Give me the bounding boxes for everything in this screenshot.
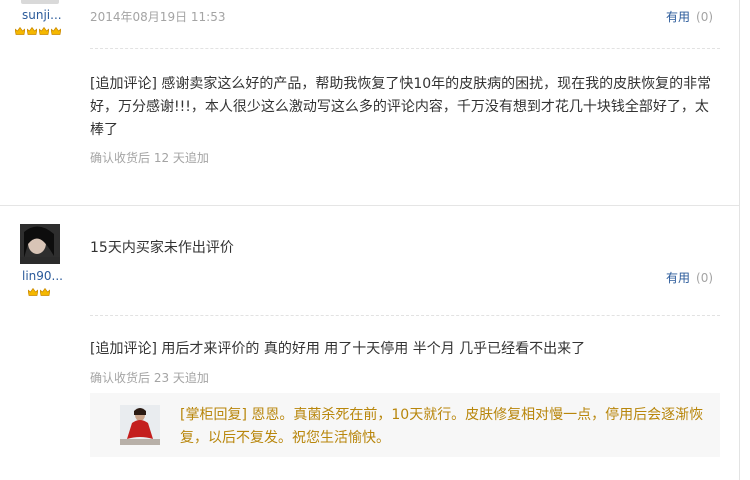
useful-count: (0)	[696, 271, 714, 285]
seller-avatar	[120, 405, 160, 445]
useful-count: (0)	[696, 10, 714, 24]
append-comment-text: [追加评论] 感谢卖家这么好的产品，帮助我恢复了快10年的皮肤病的困扰，现在我的…	[90, 76, 712, 138]
dashed-divider	[90, 48, 720, 49]
dashed-divider	[90, 315, 720, 316]
seller-avatar-image	[120, 405, 160, 445]
buyer-level-badge	[15, 27, 61, 35]
crown-icon	[39, 27, 49, 35]
buyer-level-badge	[28, 288, 50, 296]
crown-icon	[40, 288, 50, 296]
review-divider	[0, 205, 739, 206]
review-content: 15天内买家未作出评价	[90, 240, 234, 256]
useful-button[interactable]: 有用 (0)	[666, 8, 713, 25]
crown-icon	[28, 288, 38, 296]
user-avatar-image	[20, 224, 60, 264]
review-date: 2014年08月19日 11:53	[90, 10, 226, 24]
avatar[interactable]	[21, 0, 59, 4]
seller-reply: [掌柜回复] 恩恩。真菌杀死在前，10天就行。皮肤修复相对慢一点，停用后会逐渐恢…	[90, 393, 720, 457]
append-comment-text: [追加评论] 用后才来评价的 真的好用 用了十天停用 半个月 几乎已经看不出来了	[90, 341, 586, 357]
useful-button[interactable]: 有用 (0)	[666, 269, 713, 286]
crown-icon	[15, 27, 25, 35]
reviewer-username[interactable]: sunji...	[22, 8, 62, 22]
useful-label[interactable]: 有用	[666, 271, 690, 285]
append-comment-meta: 确认收货后 23 天追加	[90, 371, 209, 385]
useful-label[interactable]: 有用	[666, 10, 690, 24]
crown-icon	[27, 27, 37, 35]
crown-icon	[51, 27, 61, 35]
append-comment-meta: 确认收货后 12 天追加	[90, 151, 209, 165]
seller-reply-text: [掌柜回复] 恩恩。真菌杀死在前，10天就行。皮肤修复相对慢一点，停用后会逐渐恢…	[180, 407, 704, 446]
reviewer-username[interactable]: lin90...	[22, 269, 63, 283]
scrollbar-track[interactable]	[739, 0, 740, 480]
avatar[interactable]	[20, 224, 60, 264]
